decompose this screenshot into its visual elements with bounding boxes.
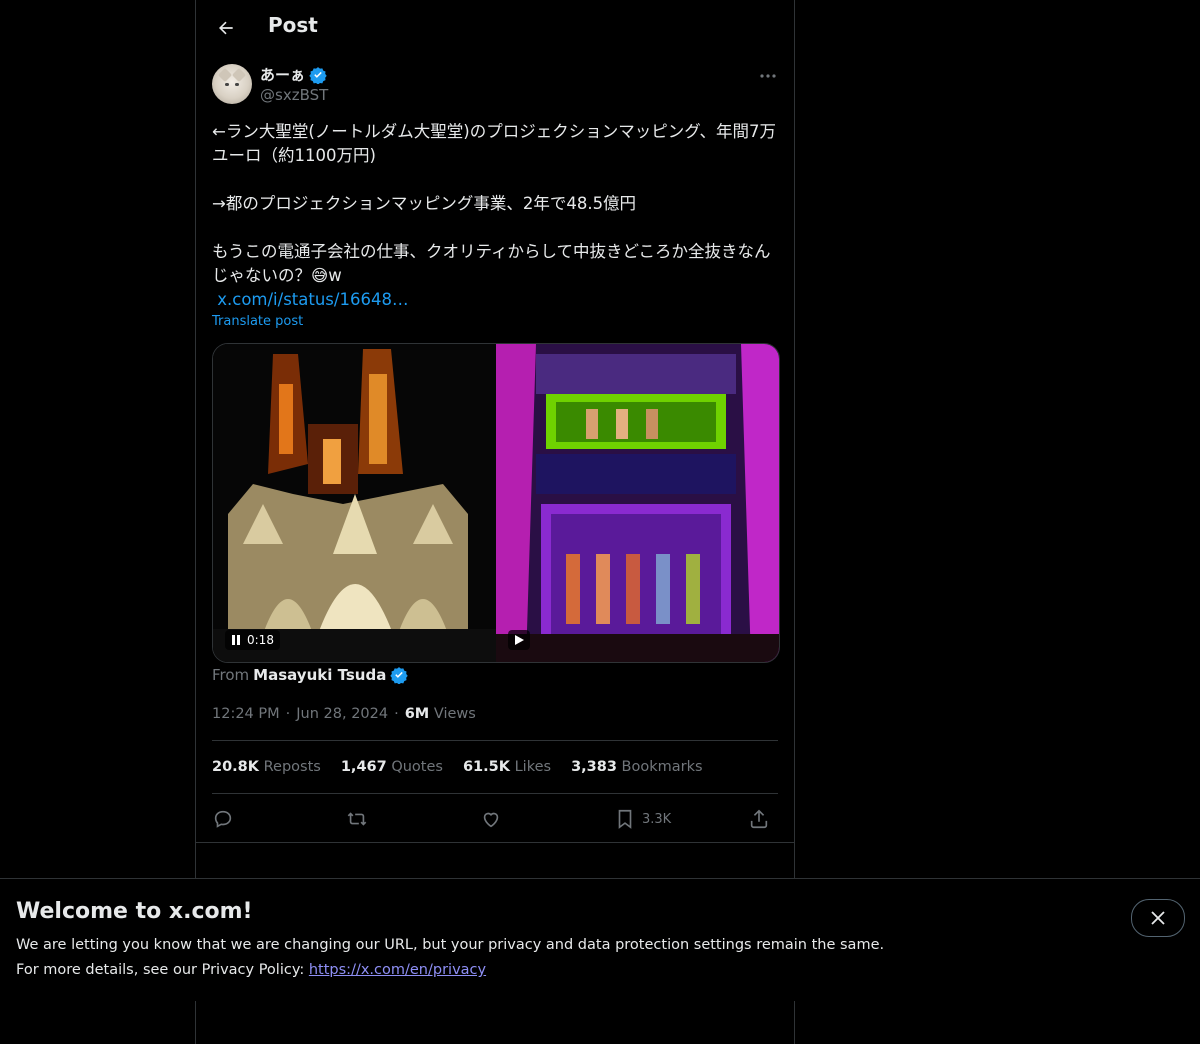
meta-separator: · bbox=[394, 706, 399, 722]
divider bbox=[212, 793, 778, 794]
cathedral-projection-thumbnail bbox=[213, 344, 496, 662]
banner-message: We are letting you know that we are chan… bbox=[16, 937, 885, 953]
video-cathedral[interactable]: 0:18 bbox=[213, 344, 496, 662]
stat-bookmarks[interactable]: 3,383 Bookmarks bbox=[571, 759, 703, 775]
privacy-policy-link[interactable]: https://x.com/en/privacy bbox=[309, 962, 486, 978]
close-banner-button[interactable] bbox=[1131, 899, 1185, 937]
video-controls[interactable]: 0:18 bbox=[225, 630, 280, 650]
bookmark-button[interactable]: 3.3K bbox=[614, 804, 671, 834]
page-title: Post bbox=[268, 13, 318, 37]
repost-icon bbox=[347, 812, 367, 826]
url-change-banner: Welcome to x.com! We are letting you kno… bbox=[0, 878, 1200, 1001]
banner-policy-line: For more details, see our Privacy Policy… bbox=[16, 962, 486, 978]
source-author[interactable]: Masayuki Tsuda bbox=[253, 666, 386, 684]
stat-quotes[interactable]: 1,467 Quotes bbox=[341, 759, 443, 775]
divider bbox=[196, 842, 794, 843]
arrow-left-icon bbox=[219, 21, 233, 35]
post-header: Post bbox=[196, 0, 794, 54]
pause-icon bbox=[232, 635, 240, 645]
repost-button[interactable] bbox=[346, 804, 368, 834]
play-button[interactable] bbox=[508, 630, 530, 650]
stat-likes[interactable]: 61.5K Likes bbox=[463, 759, 551, 775]
tweet-text: ←ラン大聖堂(ノートルダム大聖堂)のプロジェクションマッピング、年間7万ユーロ（… bbox=[212, 120, 782, 312]
source-attribution: From Masayuki Tsuda bbox=[212, 666, 409, 684]
tweet-body: ←ラン大聖堂(ノートルダム大聖堂)のプロジェクションマッピング、年間7万ユーロ（… bbox=[212, 122, 777, 285]
author-display-name[interactable]: あーぁ bbox=[260, 64, 305, 85]
author-name[interactable]: あーぁ bbox=[260, 64, 327, 85]
stat-reposts[interactable]: 20.8K Reposts bbox=[212, 759, 321, 775]
share-button[interactable] bbox=[748, 804, 770, 834]
translate-post-link[interactable]: Translate post bbox=[212, 314, 303, 329]
post-date[interactable]: Jun 28, 2024 bbox=[296, 706, 388, 722]
banner-policy-prefix: For more details, see our Privacy Policy… bbox=[16, 962, 309, 978]
heart-icon bbox=[483, 812, 499, 828]
back-button[interactable] bbox=[210, 12, 242, 44]
banner-title: Welcome to x.com! bbox=[16, 899, 253, 924]
meta-separator: · bbox=[285, 706, 291, 722]
author-handle[interactable]: @sxzBST bbox=[260, 86, 328, 104]
avatar[interactable] bbox=[212, 64, 252, 104]
video-time: 0:18 bbox=[247, 633, 274, 647]
divider bbox=[212, 740, 778, 741]
close-icon bbox=[1151, 911, 1165, 925]
views: 6M Views bbox=[405, 706, 476, 722]
action-bar: 3.3K bbox=[212, 804, 778, 834]
media-grid: 0:18 bbox=[212, 343, 780, 663]
play-icon bbox=[515, 635, 524, 645]
post-meta: 12:24 PM · Jun 28, 2024 · 6M Views bbox=[212, 706, 476, 722]
share-icon bbox=[750, 809, 768, 829]
reply-button[interactable] bbox=[212, 804, 234, 834]
building-projection-thumbnail bbox=[496, 344, 779, 662]
views-count: 6M bbox=[404, 706, 430, 722]
like-button[interactable] bbox=[480, 804, 502, 834]
verified-badge-icon bbox=[309, 66, 327, 84]
engagement-stats: 20.8K Reposts 1,467 Quotes 61.5K Likes 3… bbox=[212, 759, 703, 775]
tweet-link[interactable]: x.com/i/status/16648… bbox=[217, 290, 408, 309]
bookmark-icon bbox=[618, 809, 632, 829]
verified-badge-icon bbox=[390, 667, 409, 684]
post-time[interactable]: 12:24 PM bbox=[212, 706, 280, 722]
more-options-button[interactable] bbox=[756, 66, 780, 86]
video-building[interactable] bbox=[496, 344, 779, 662]
more-dots-icon bbox=[760, 74, 776, 78]
source-prefix: From bbox=[212, 666, 250, 684]
reply-icon bbox=[214, 810, 232, 828]
views-label: Views bbox=[433, 706, 476, 722]
bookmark-count: 3.3K bbox=[642, 811, 672, 827]
